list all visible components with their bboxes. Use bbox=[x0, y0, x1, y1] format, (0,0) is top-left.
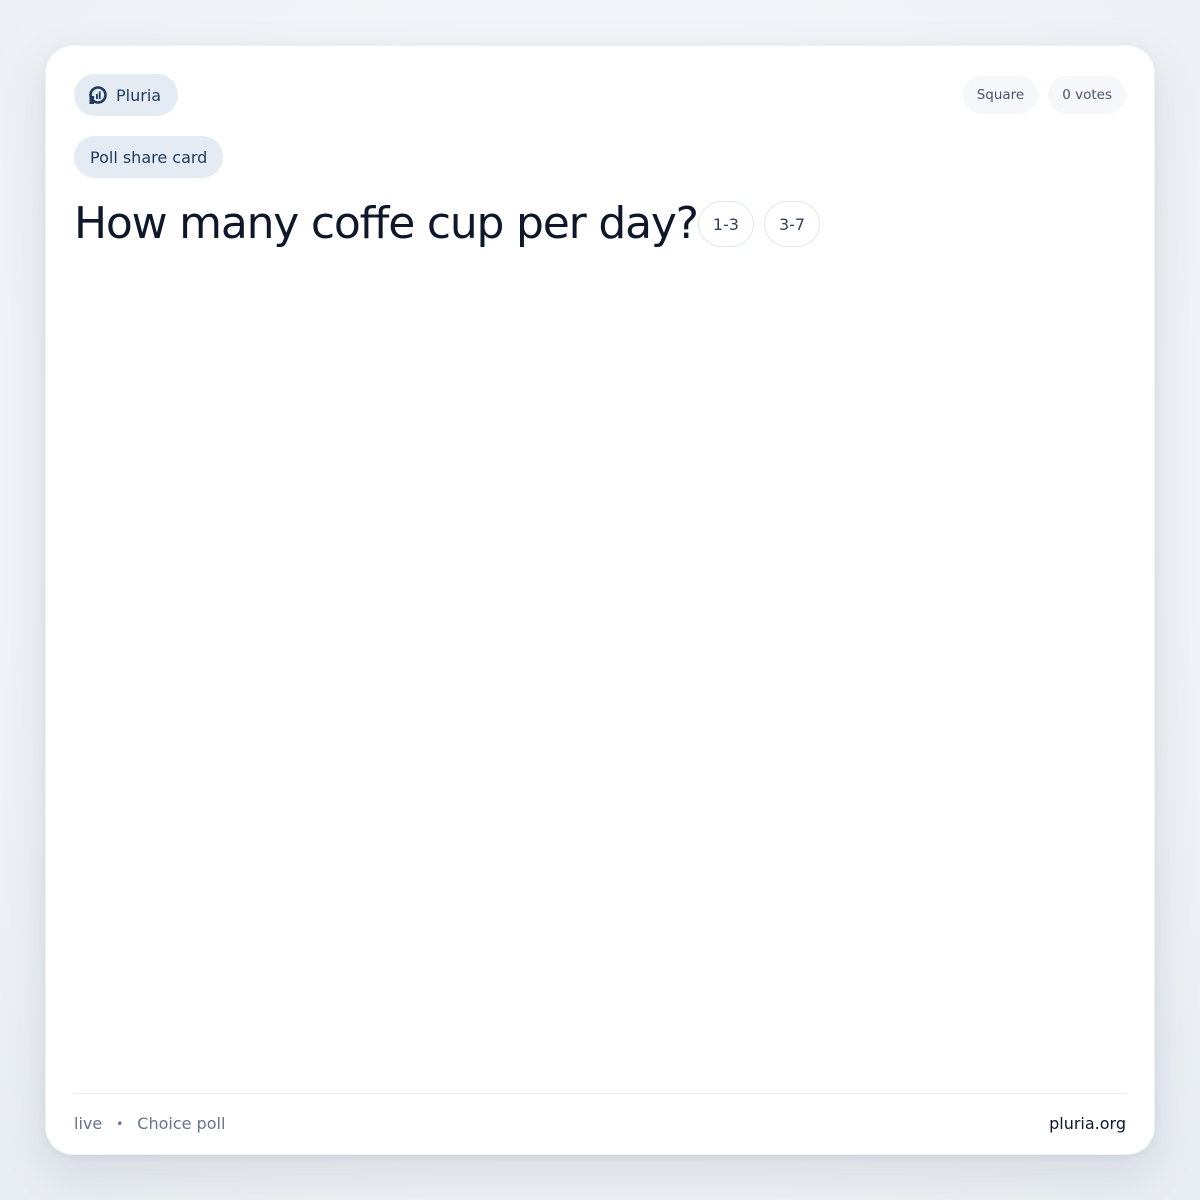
poll-question: How many coffe cup per day? bbox=[74, 198, 699, 249]
poll-question-row: How many coffe cup per day? 1-3 3-7 bbox=[74, 194, 821, 254]
poll-share-card: Pluria Square 0 votes Poll share card Ho… bbox=[45, 45, 1155, 1155]
vote-count-badge: 0 votes bbox=[1048, 76, 1126, 114]
poll-option[interactable]: 1-3 bbox=[697, 201, 754, 247]
brand-name: Pluria bbox=[116, 85, 162, 105]
format-badge: Square bbox=[962, 76, 1039, 114]
card-type-badge: Poll share card bbox=[74, 136, 224, 178]
poll-option[interactable]: 3-7 bbox=[763, 201, 821, 247]
footer-status-group: live • Choice poll bbox=[74, 1114, 225, 1134]
site-link[interactable]: pluria.org bbox=[1049, 1114, 1126, 1134]
poll-status: live bbox=[74, 1114, 103, 1133]
poll-type-label: Choice poll bbox=[137, 1114, 226, 1133]
card-footer: live • Choice poll pluria.org bbox=[74, 1093, 1126, 1134]
pluria-logo-icon bbox=[88, 85, 108, 105]
meta-pills: Square 0 votes bbox=[962, 76, 1126, 114]
brand-badge[interactable]: Pluria bbox=[74, 74, 179, 116]
poll-options: 1-3 3-7 bbox=[697, 201, 821, 247]
footer-separator: • bbox=[116, 1117, 124, 1131]
